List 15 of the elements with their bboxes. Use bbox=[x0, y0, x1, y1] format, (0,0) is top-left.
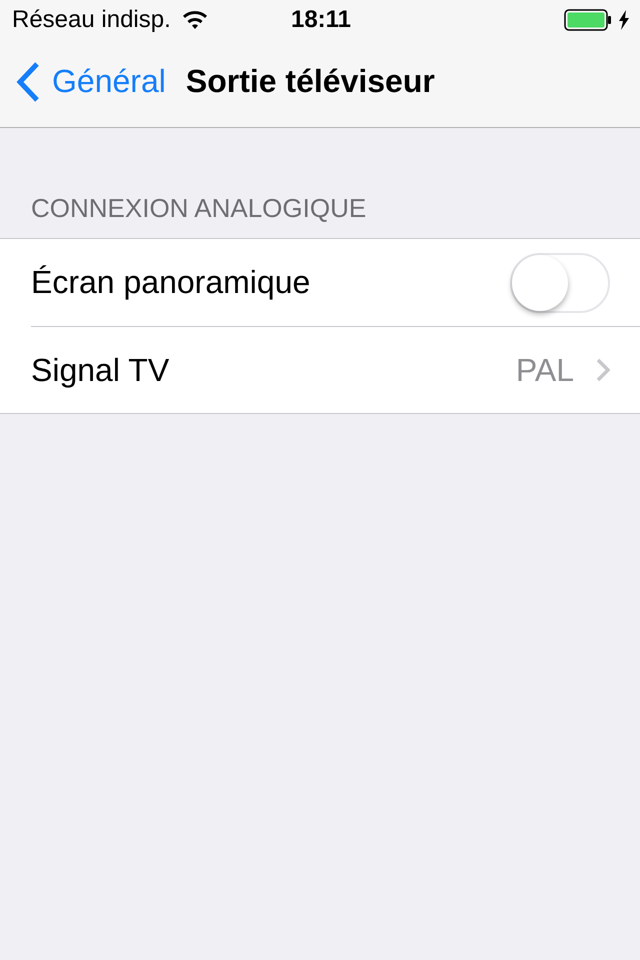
section-header: CONNEXION ANALOGIQUE bbox=[30, 192, 368, 225]
row-value: PAL bbox=[516, 352, 574, 388]
wifi-icon bbox=[182, 11, 207, 29]
chevron-right-icon bbox=[596, 358, 610, 382]
toggle-switch[interactable] bbox=[510, 252, 610, 312]
settings-row[interactable]: Signal TV PAL bbox=[0, 326, 640, 413]
carrier-text: Réseau indisp. bbox=[12, 6, 171, 34]
battery-icon bbox=[564, 9, 612, 31]
back-chevron-icon bbox=[16, 62, 40, 102]
row-label: Écran panoramique bbox=[31, 264, 312, 301]
charging-bolt-icon bbox=[618, 10, 630, 30]
screen-title: Sortie téléviseur bbox=[186, 63, 435, 100]
clock-text: 18:11 bbox=[290, 6, 352, 34]
row-label: Signal TV bbox=[31, 352, 170, 388]
back-button[interactable]: Général bbox=[16, 62, 166, 102]
